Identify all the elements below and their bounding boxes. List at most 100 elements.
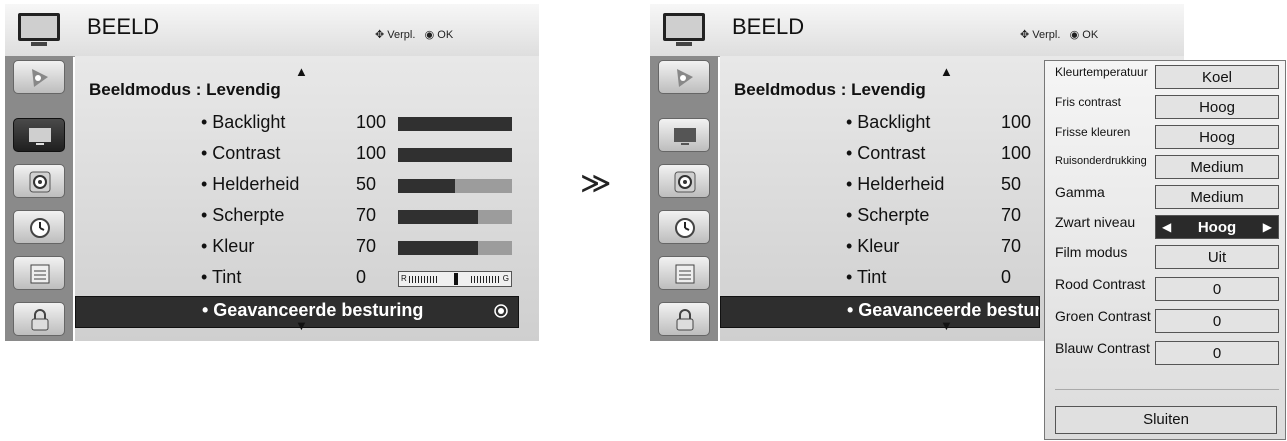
category-sidebar [650, 56, 718, 341]
popup-row-label: Rood Contrast [1055, 276, 1146, 292]
ok-icon: ◉ [1069, 29, 1080, 41]
sidebar-item-picture[interactable] [13, 118, 65, 152]
scroll-up-arrow[interactable]: ▲ [295, 64, 308, 79]
lock-icon [31, 309, 49, 331]
level-bar-fill [398, 179, 455, 193]
row-label: • Kleur [846, 236, 900, 256]
popup-row-fresh-colors[interactable]: Frisse kleuren Hoog [1055, 123, 1283, 151]
advanced-control-label: • Geavanceerde besturing [202, 300, 424, 320]
popup-row-value[interactable]: 0 [1155, 341, 1279, 365]
popup-row-gamma[interactable]: Gamma Medium [1055, 183, 1283, 211]
scroll-down-arrow[interactable]: ▼ [295, 318, 308, 333]
tv-icon [18, 13, 60, 46]
setting-row-contrast[interactable]: • Contrast 100 [75, 143, 539, 173]
popup-row-value[interactable]: Medium [1155, 155, 1279, 179]
setting-row-brightness[interactable]: • Helderheid 50 [75, 174, 539, 204]
popup-row-label: Frisse kleuren [1055, 125, 1131, 139]
row-value: 100 [356, 112, 387, 132]
picture-icon [674, 128, 696, 145]
sidebar-item-time[interactable] [13, 210, 65, 244]
antenna-icon [32, 69, 48, 87]
move-hint-label: Verpl. [387, 29, 416, 41]
row-label: • Tint [846, 267, 887, 287]
level-bar[interactable] [398, 241, 512, 255]
options-icon [30, 264, 50, 284]
sidebar-item-time[interactable] [658, 210, 710, 244]
level-bar-fill [398, 117, 512, 131]
popup-row-color-temperature[interactable]: Kleurtemperatuur Koel [1055, 63, 1283, 91]
ok-hint-label: OK [437, 29, 454, 41]
tint-ticks-right [471, 276, 501, 283]
popup-row-value[interactable]: Hoog [1155, 125, 1279, 149]
row-value: 70 [356, 205, 377, 225]
arrow-left-icon[interactable]: ◀ [1162, 216, 1171, 239]
row-value: 70 [1001, 205, 1022, 225]
transition-arrow: ≫ [580, 167, 612, 200]
sidebar-item-picture[interactable] [658, 118, 710, 152]
scroll-down-arrow[interactable]: ▼ [940, 318, 953, 333]
popup-row-red-contrast[interactable]: Rood Contrast 0 [1055, 275, 1283, 303]
sidebar-item-options[interactable] [658, 256, 710, 290]
popup-row-value[interactable]: 0 [1155, 277, 1279, 301]
advanced-control-row[interactable]: • Geavanceerde besturing [720, 296, 1040, 328]
ok-hint-label: OK [1082, 29, 1099, 41]
row-value: 70 [356, 236, 377, 256]
level-bar[interactable] [398, 148, 512, 162]
popup-row-label: Kleurtemperatuur [1055, 65, 1148, 79]
menu-content: ▲ Beeldmodus : Levendig • Backlight 100 … [75, 56, 539, 341]
scroll-up-arrow[interactable]: ▲ [940, 64, 953, 79]
tint-ticks-left [409, 276, 439, 283]
popup-row-fresh-contrast[interactable]: Fris contrast Hoog [1055, 93, 1283, 121]
row-value: 0 [1001, 267, 1012, 287]
sidebar-item-audio[interactable] [658, 164, 710, 198]
title-bar: BEELD ✥ Verpl. ◉ OK [5, 4, 539, 57]
popup-row-label: Gamma [1055, 184, 1105, 200]
setting-row-backlight[interactable]: • Backlight 100 [75, 112, 539, 142]
speaker-icon [674, 171, 696, 193]
sidebar-item-setup[interactable] [13, 60, 65, 94]
tv-icon [663, 13, 705, 46]
picture-mode-label[interactable]: Beeldmodus : Levendig [89, 80, 281, 100]
sidebar-item-options[interactable] [13, 256, 65, 290]
sidebar-item-setup[interactable] [658, 60, 710, 94]
sidebar-item-audio[interactable] [13, 164, 65, 198]
navigation-hint: ✥ Verpl. ◉ OK [1020, 28, 1098, 41]
popup-row-value-selector[interactable]: ◀ Hoog ▶ [1155, 215, 1279, 239]
popup-row-film-mode[interactable]: Film modus Uit [1055, 243, 1283, 271]
speaker-icon [29, 171, 51, 193]
tint-bar[interactable]: R G [398, 271, 512, 287]
setting-row-tint[interactable]: • Tint 0 R G [75, 267, 539, 297]
popup-row-value[interactable]: Medium [1155, 185, 1279, 209]
level-bar[interactable] [398, 117, 512, 131]
picture-mode-label[interactable]: Beeldmodus : Levendig [734, 80, 926, 100]
sidebar-item-lock[interactable] [658, 302, 710, 336]
arrow-right-icon[interactable]: ▶ [1263, 216, 1272, 239]
popup-row-black-level[interactable]: Zwart niveau ◀ Hoog ▶ [1055, 213, 1283, 241]
row-label: • Scherpte [201, 205, 285, 225]
popup-row-blue-contrast[interactable]: Blauw Contrast 0 [1055, 339, 1283, 367]
popup-row-value[interactable]: Koel [1155, 65, 1279, 89]
level-bar[interactable] [398, 210, 512, 224]
popup-divider [1055, 389, 1279, 390]
row-value: 50 [356, 174, 377, 194]
navigation-hint: ✥ Verpl. ◉ OK [375, 28, 453, 41]
row-label: • Helderheid [846, 174, 945, 194]
tint-green-label: G [502, 274, 509, 283]
popup-row-noise-reduction[interactable]: Ruisonderdrukking Medium [1055, 153, 1283, 181]
popup-row-label: Ruisonderdrukking [1055, 155, 1147, 167]
popup-row-green-contrast[interactable]: Groen Contrast 0 [1055, 307, 1283, 335]
popup-row-value: Hoog [1197, 219, 1237, 236]
level-bar[interactable] [398, 179, 512, 193]
popup-row-value[interactable]: 0 [1155, 309, 1279, 333]
clock-icon [675, 218, 695, 238]
popup-row-value[interactable]: Hoog [1155, 95, 1279, 119]
setting-row-sharpness[interactable]: • Scherpte 70 [75, 205, 539, 235]
clock-icon [30, 218, 50, 238]
popup-row-value[interactable]: Uit [1155, 245, 1279, 269]
sidebar-item-lock[interactable] [13, 302, 65, 336]
lock-icon [676, 309, 694, 331]
row-label: • Contrast [846, 143, 926, 163]
tint-marker[interactable] [454, 273, 458, 285]
setting-row-color[interactable]: • Kleur 70 [75, 236, 539, 266]
close-button[interactable]: Sluiten [1055, 406, 1277, 434]
